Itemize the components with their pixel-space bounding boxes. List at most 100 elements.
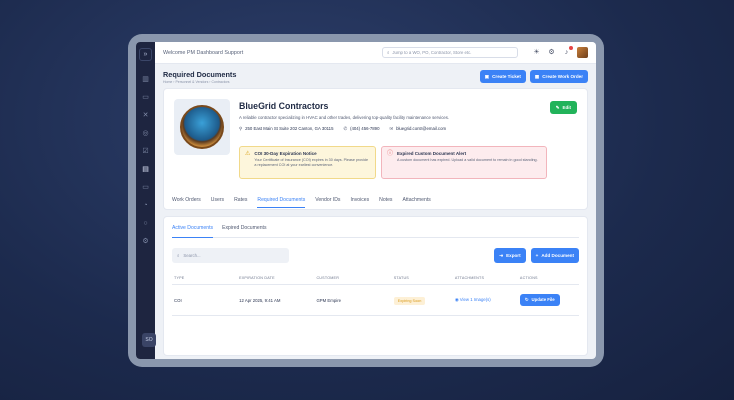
tab-invoices[interactable]: Invoices <box>350 197 369 208</box>
pin-icon: ⚲ <box>239 126 243 131</box>
ticket-icon: ▣ <box>484 73 490 79</box>
top-bar: Welcome PM Dashboard Support ⌕ Jump to a… <box>155 42 596 64</box>
documents-table: TYPE EXPIRATION DATE CUSTOMER STATUS ATT… <box>172 272 579 316</box>
calendar-icon: ▦ <box>534 73 540 79</box>
tools-icon[interactable]: ✕ <box>141 111 151 121</box>
error-title: Expired Custom Document Alert <box>397 151 467 156</box>
tab-attachments[interactable]: Attachments <box>402 197 430 208</box>
phone-icon: ✆ <box>343 126 348 131</box>
sun-icon[interactable]: ☀ <box>532 48 541 57</box>
create-ticket-label: Create Ticket <box>492 74 521 79</box>
search-icon: ⌕ <box>387 50 390 55</box>
welcome-text: Welcome PM Dashboard Support <box>163 49 244 56</box>
tab-work-orders[interactable]: Work Orders <box>172 197 201 208</box>
export-button[interactable]: ⇥ Export <box>494 248 526 263</box>
user-avatar[interactable] <box>577 47 588 58</box>
column-attachments[interactable]: ATTACHMENTS <box>452 272 518 285</box>
tab-users[interactable]: Users <box>211 197 224 208</box>
gear-icon[interactable]: ⚙ <box>547 48 556 57</box>
tab-rates[interactable]: Rates <box>234 197 247 208</box>
expand-icon[interactable]: » <box>139 48 152 61</box>
plus-icon: + <box>535 253 539 258</box>
column-actions: ACTIONS <box>517 272 579 285</box>
cell-expiration: 12 Apr 2025, 9:41 AM <box>237 284 315 316</box>
coi-warning-alert: ⚠ COI 30-Day Expiration Notice Your Cert… <box>239 146 376 179</box>
column-expiration[interactable]: EXPIRATION DATE <box>237 272 315 285</box>
global-search-placeholder: Jump to a WO, PO, Contractor, Store etc. <box>392 50 472 55</box>
status-badge: Expiring Soon <box>393 296 426 305</box>
contractor-info: BlueGrid Contractors A reliable contract… <box>239 101 577 132</box>
update-file-label: Update File <box>531 297 555 302</box>
document-search-placeholder: Search... <box>183 253 201 258</box>
export-icon: ⇥ <box>499 252 504 258</box>
tab-notes[interactable]: Notes <box>379 197 392 208</box>
error-text: A custom document has expired. Upload a … <box>397 158 538 162</box>
address-text: 250 East Main St Suite 202 Canton, GA 30… <box>245 126 334 131</box>
global-search-input[interactable]: ⌕ Jump to a WO, PO, Contractor, Store et… <box>382 47 518 58</box>
chart-icon[interactable]: ▥ <box>141 75 151 85</box>
document-search-input[interactable]: ⌕ Search... <box>172 248 289 263</box>
contractor-name: BlueGrid Contractors <box>239 101 329 111</box>
page-header: Required Documents Home › Personnel & Ve… <box>163 70 588 84</box>
contractor-description: A reliable contractor specializing in HV… <box>239 115 450 120</box>
email-text[interactable]: bluegrid.contr@email.com <box>396 126 446 131</box>
tab-expired-documents[interactable]: Expired Documents <box>222 225 266 231</box>
view-images-link[interactable]: View 1 Image(s) <box>460 297 491 302</box>
pie-icon[interactable]: ◔ <box>141 201 151 211</box>
alerts-row: ⚠ COI 30-Day Expiration Notice Your Cert… <box>239 146 547 179</box>
checklist-icon[interactable]: ☑ <box>141 147 151 157</box>
column-status[interactable]: STATUS <box>391 272 453 285</box>
warning-text: Your Certificate of Insurance (COI) expi… <box>254 158 369 167</box>
contractor-tabs: Work Orders Users Rates Required Documen… <box>172 197 579 208</box>
page-content: Required Documents Home › Personnel & Ve… <box>155 64 596 359</box>
contact-row: ⚲ 250 East Main St Suite 202 Canton, GA 3… <box>239 126 577 132</box>
column-type[interactable]: TYPE <box>172 272 238 285</box>
create-work-order-label: Create Work Order <box>542 74 583 79</box>
warning-icon: ⚠ <box>245 151 251 157</box>
documents-toolbar: ⌕ Search... ⇥ Export + Add Document <box>172 248 579 263</box>
pencil-icon: ✎ <box>555 104 560 110</box>
tab-active-documents[interactable]: Active Documents <box>172 225 214 238</box>
refresh-icon: ↻ <box>524 297 529 302</box>
add-document-label: Add Document <box>541 253 574 258</box>
phone-text: (404) 456-7890 <box>350 126 380 131</box>
document-subtabs: Active Documents Expired Documents <box>172 225 579 238</box>
breadcrumb[interactable]: Home › Personnel & Vendors › Contractors <box>163 80 236 84</box>
export-label: Export <box>506 253 521 258</box>
cell-actions: ↻ Update File <box>517 284 579 316</box>
cell-type: COI <box>172 284 238 316</box>
user-initials[interactable]: SO <box>142 333 156 347</box>
location-icon[interactable]: ◎ <box>141 129 151 139</box>
book-icon[interactable]: ▤ <box>141 165 151 175</box>
settings-icon[interactable]: ⚙ <box>141 237 151 247</box>
error-icon: ⓘ <box>387 151 394 157</box>
table-row: COI 12 Apr 2025, 9:41 AM GPM Empire Expi… <box>172 284 579 316</box>
edit-button[interactable]: ✎ Edit <box>549 101 577 114</box>
cell-attachments: ◉ View 1 Image(s) <box>452 284 518 316</box>
search-icon: ⌕ <box>177 253 180 258</box>
hard-hat-logo <box>180 105 224 149</box>
mail-icon: ✉ <box>389 126 394 131</box>
app-screen: » ▥ ▭ ✕ ◎ ☑ ▤ ▭ ◔ ○ ⚙ SO Welcome PM Dash… <box>136 42 596 359</box>
create-ticket-button[interactable]: ▣ Create Ticket <box>479 70 526 83</box>
documents-card: Active Documents Expired Documents ⌕ Sea… <box>163 216 588 356</box>
expired-doc-alert: ⓘ Expired Custom Document Alert A custom… <box>381 146 547 179</box>
notification-dot <box>569 46 573 50</box>
inbox-icon[interactable]: ▭ <box>141 93 151 103</box>
create-work-order-button[interactable]: ▦ Create Work Order <box>529 70 588 83</box>
bell-icon[interactable]: ♪ <box>562 46 573 57</box>
contractor-card: BlueGrid Contractors A reliable contract… <box>163 88 588 210</box>
table-header-row: TYPE EXPIRATION DATE CUSTOMER STATUS ATT… <box>172 272 579 285</box>
icon-rail: » ▥ ▭ ✕ ◎ ☑ ▤ ▭ ◔ ○ ⚙ SO <box>136 42 156 359</box>
update-file-button[interactable]: ↻ Update File <box>519 294 560 306</box>
device-frame: » ▥ ▭ ✕ ◎ ☑ ▤ ▭ ◔ ○ ⚙ SO Welcome PM Dash… <box>128 34 604 367</box>
tab-vendor-ids[interactable]: Vendor IDs <box>315 197 340 208</box>
circle-icon[interactable]: ○ <box>141 219 151 229</box>
contractor-logo <box>174 99 230 155</box>
card-icon[interactable]: ▭ <box>141 183 151 193</box>
tab-required-documents[interactable]: Required Documents <box>257 197 306 208</box>
cell-status: Expiring Soon <box>391 284 453 316</box>
add-document-button[interactable]: + Add Document <box>530 248 579 263</box>
column-customer[interactable]: CUSTOMER <box>314 272 392 285</box>
page-title: Required Documents <box>163 70 237 79</box>
